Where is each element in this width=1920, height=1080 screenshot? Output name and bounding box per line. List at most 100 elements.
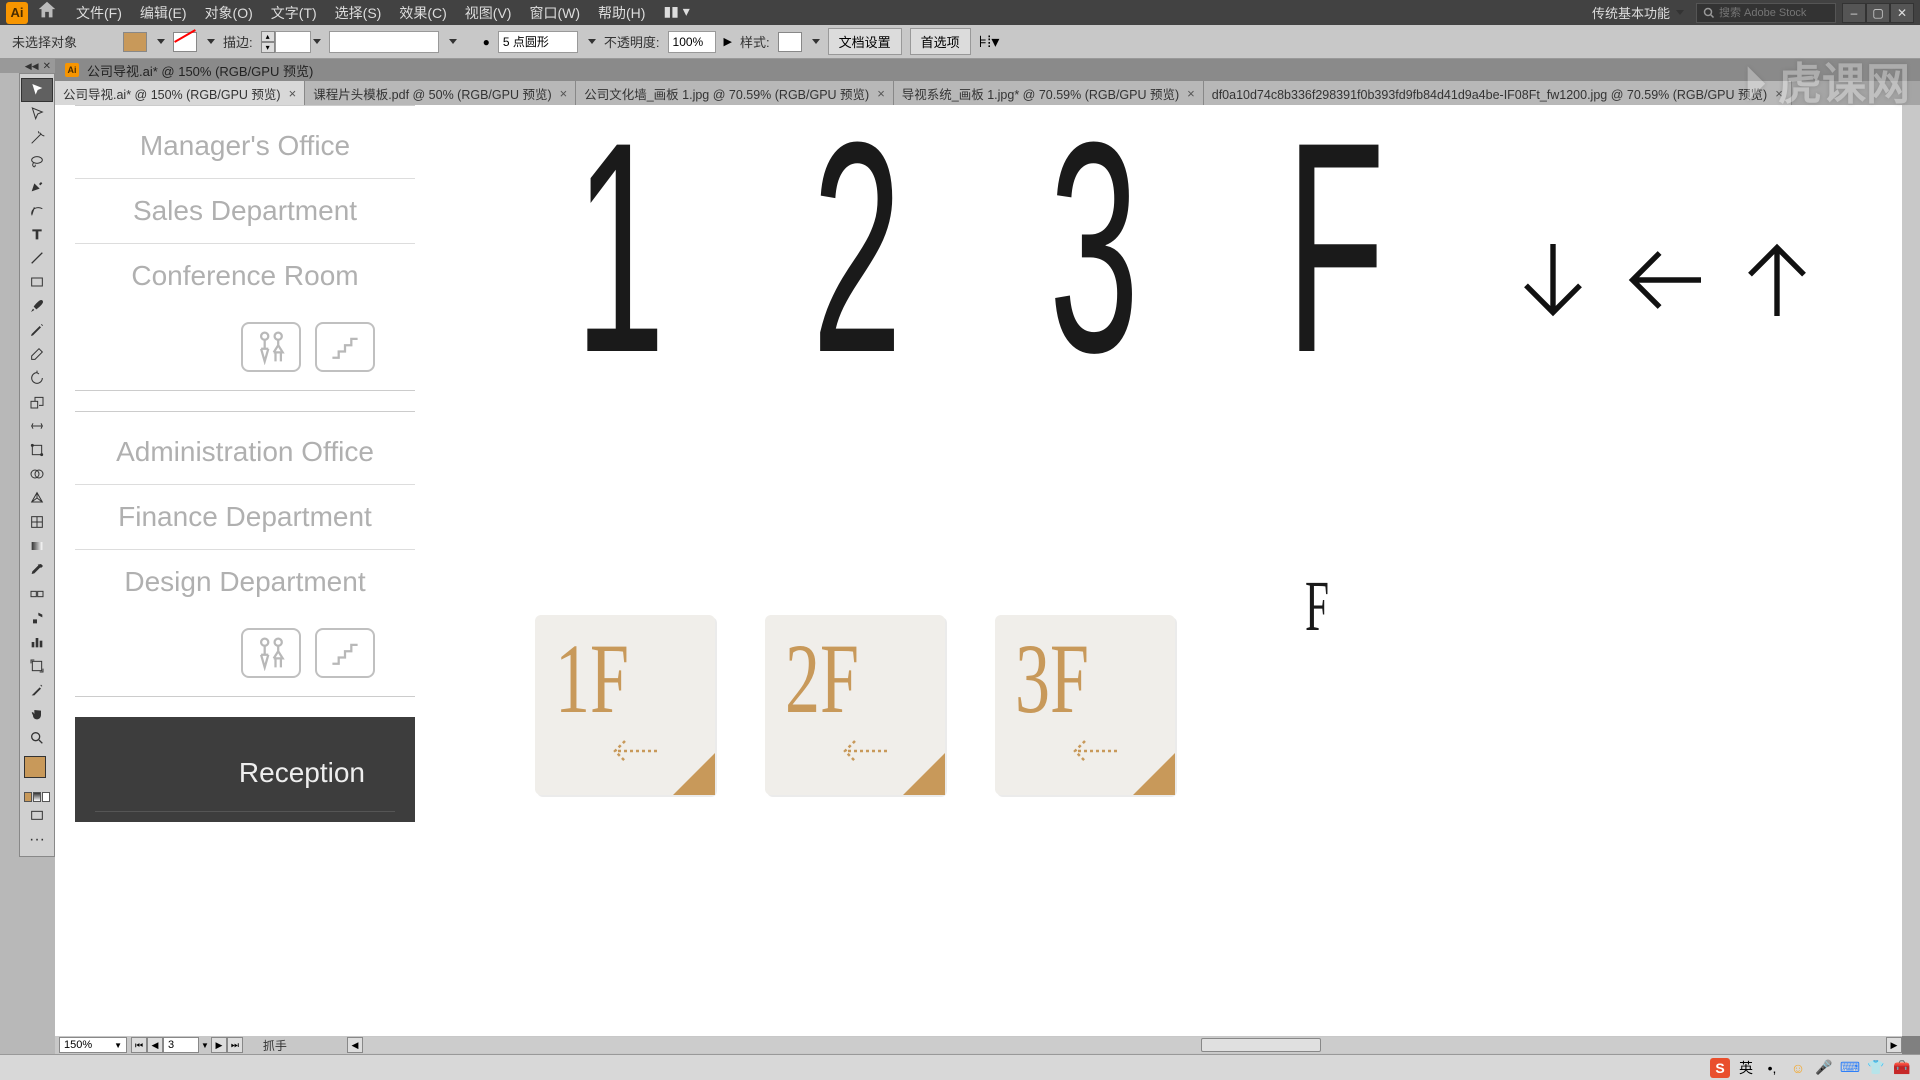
sogou-ime-icon[interactable]: S xyxy=(1710,1058,1730,1078)
direct-selection-tool[interactable] xyxy=(21,102,53,126)
canvas[interactable]: Manager's Office Sales Department Confer… xyxy=(55,105,1902,1036)
stroke-weight-input[interactable] xyxy=(275,31,311,53)
ime-toolbox-icon[interactable]: 🧰 xyxy=(1892,1058,1912,1078)
stroke-profile-select[interactable] xyxy=(329,31,439,53)
menu-window[interactable]: 窗口(W) xyxy=(521,0,588,26)
menu-type[interactable]: 文字(T) xyxy=(263,0,325,26)
ime-voice-icon[interactable]: 🎤 xyxy=(1814,1058,1834,1078)
chevron-down-icon[interactable] xyxy=(449,39,457,44)
vertical-scrollbar[interactable] xyxy=(1902,105,1920,1036)
none-mode[interactable] xyxy=(42,792,50,802)
chevron-down-icon[interactable] xyxy=(157,39,165,44)
chevron-down-icon[interactable] xyxy=(207,39,215,44)
artboard-tool[interactable] xyxy=(21,654,53,678)
doc-tab-3[interactable]: 导视系统_画板 1.jpg* @ 70.59% (RGB/GPU 预览)× xyxy=(894,81,1204,105)
doc-tab-4[interactable]: df0a10d74c8b336f298391f0b393fd9fb84d41d9… xyxy=(1204,81,1792,105)
line-tool[interactable] xyxy=(21,246,53,270)
free-transform-tool[interactable] xyxy=(21,438,53,462)
minimize-button[interactable]: – xyxy=(1842,3,1866,23)
gradient-tool[interactable] xyxy=(21,534,53,558)
eraser-tool[interactable] xyxy=(21,342,53,366)
menu-extra[interactable]: ▮▮ ▾ xyxy=(655,0,697,26)
scroll-right-button[interactable]: ▶ xyxy=(1886,1037,1902,1053)
hscroll-thumb[interactable] xyxy=(1201,1038,1321,1052)
menu-help[interactable]: 帮助(H) xyxy=(590,0,653,26)
doc-tab-0[interactable]: 公司导视.ai* @ 150% (RGB/GPU 预览)× xyxy=(55,81,305,105)
ime-punct-icon[interactable]: •, xyxy=(1762,1058,1782,1078)
scroll-left-button[interactable]: ◀ xyxy=(347,1037,363,1053)
opacity-arrow-icon[interactable]: ▶ xyxy=(724,35,732,48)
close-icon[interactable]: × xyxy=(289,86,297,101)
symbol-sprayer-tool[interactable] xyxy=(21,606,53,630)
pencil-tool[interactable] xyxy=(21,318,53,342)
style-swatch[interactable] xyxy=(778,32,802,52)
scale-tool[interactable] xyxy=(21,390,53,414)
workspace-select[interactable]: 传统基本功能 xyxy=(1586,1,1690,24)
hscroll-track[interactable] xyxy=(363,1037,1886,1053)
slice-tool[interactable] xyxy=(21,678,53,702)
lasso-tool[interactable] xyxy=(21,150,53,174)
brush-select[interactable] xyxy=(498,31,578,53)
color-mode[interactable] xyxy=(24,792,32,802)
fill-swatch[interactable] xyxy=(123,32,147,52)
rotate-tool[interactable] xyxy=(21,366,53,390)
chevron-down-icon[interactable] xyxy=(812,39,820,44)
ime-emoji-icon[interactable]: ☺ xyxy=(1788,1058,1808,1078)
edit-toolbar[interactable]: ··· xyxy=(21,828,53,852)
paintbrush-tool[interactable] xyxy=(21,294,53,318)
stroke-swatch[interactable] xyxy=(173,32,197,52)
menu-effect[interactable]: 效果(C) xyxy=(391,0,454,26)
ime-keyboard-icon[interactable]: ⌨ xyxy=(1840,1058,1860,1078)
type-tool[interactable] xyxy=(21,222,53,246)
screen-mode[interactable] xyxy=(21,804,53,828)
next-artboard-button[interactable]: ▶ xyxy=(211,1037,227,1053)
shape-builder-tool[interactable] xyxy=(21,462,53,486)
menu-view[interactable]: 视图(V) xyxy=(457,0,520,26)
ime-lang-indicator[interactable]: 英 xyxy=(1736,1058,1756,1078)
rectangle-tool[interactable] xyxy=(21,270,53,294)
chevron-down-icon[interactable] xyxy=(313,39,321,44)
eyedropper-tool[interactable] xyxy=(21,558,53,582)
stroke-weight-stepper[interactable]: ▴▾ xyxy=(261,31,321,53)
menu-edit[interactable]: 编辑(E) xyxy=(132,0,195,26)
maximize-button[interactable]: ▢ xyxy=(1866,3,1890,23)
artboard-number-input[interactable] xyxy=(163,1037,199,1053)
close-button[interactable]: ✕ xyxy=(1890,3,1914,23)
close-icon[interactable]: × xyxy=(1187,86,1195,101)
align-panel-icon[interactable]: ⊧⁞▾ xyxy=(979,32,1000,52)
pen-tool[interactable] xyxy=(21,174,53,198)
width-tool[interactable] xyxy=(21,414,53,438)
toolbox-tab[interactable]: ◀◀✕ xyxy=(0,59,55,73)
search-stock[interactable] xyxy=(1696,3,1836,23)
first-artboard-button[interactable]: ⏮ xyxy=(131,1037,147,1053)
last-artboard-button[interactable]: ⏭ xyxy=(227,1037,243,1053)
doc-setup-button[interactable]: 文档设置 xyxy=(828,28,902,55)
zoom-tool[interactable] xyxy=(21,726,53,750)
menu-file[interactable]: 文件(F) xyxy=(68,0,130,26)
preferences-button[interactable]: 首选项 xyxy=(910,28,971,55)
doc-tab-2[interactable]: 公司文化墙_画板 1.jpg @ 70.59% (RGB/GPU 预览)× xyxy=(576,81,894,105)
gradient-mode[interactable] xyxy=(33,792,41,802)
fill-color[interactable] xyxy=(24,756,46,778)
selection-tool[interactable] xyxy=(21,78,53,102)
search-input[interactable] xyxy=(1719,7,1819,19)
curvature-tool[interactable] xyxy=(21,198,53,222)
home-icon[interactable] xyxy=(36,0,58,26)
blend-tool[interactable] xyxy=(21,582,53,606)
doc-tab-1[interactable]: 课程片头模板.pdf @ 50% (RGB/GPU 预览)× xyxy=(305,81,576,105)
hand-tool[interactable] xyxy=(21,702,53,726)
opacity-input[interactable] xyxy=(668,31,716,53)
close-icon[interactable]: × xyxy=(877,86,885,101)
prev-artboard-button[interactable]: ◀ xyxy=(147,1037,163,1053)
ime-skin-icon[interactable]: 👕 xyxy=(1866,1058,1886,1078)
close-icon[interactable]: × xyxy=(1775,86,1783,101)
zoom-select[interactable]: 150%▼ xyxy=(59,1037,127,1053)
menu-object[interactable]: 对象(O) xyxy=(197,0,261,26)
close-icon[interactable]: × xyxy=(560,86,568,101)
mesh-tool[interactable] xyxy=(21,510,53,534)
column-graph-tool[interactable] xyxy=(21,630,53,654)
perspective-tool[interactable] xyxy=(21,486,53,510)
magic-wand-tool[interactable] xyxy=(21,126,53,150)
menu-select[interactable]: 选择(S) xyxy=(327,0,390,26)
chevron-down-icon[interactable] xyxy=(588,39,596,44)
